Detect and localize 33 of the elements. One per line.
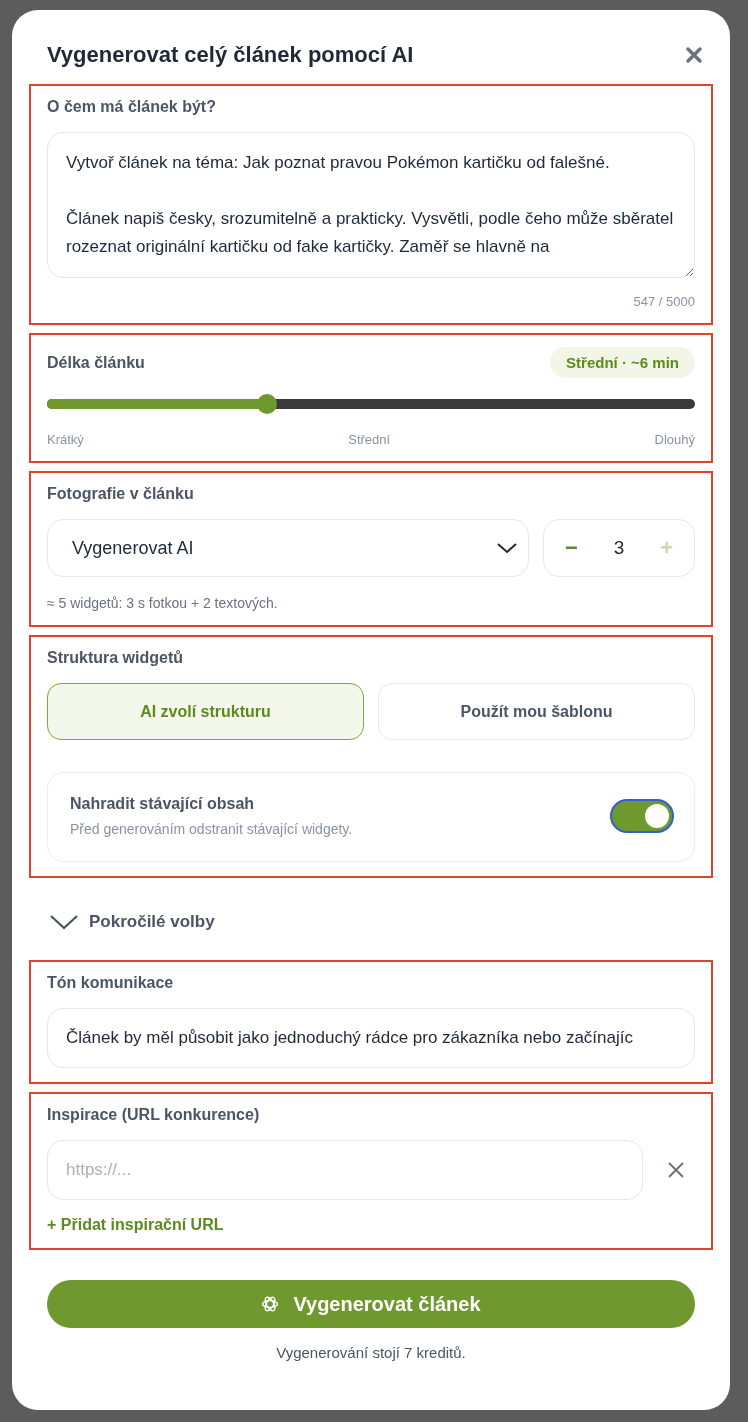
- structure-option[interactable]: Použít mou šablonu: [378, 683, 695, 740]
- slider-tick-label: Krátký: [47, 432, 84, 447]
- field-label: Inspirace (URL konkurence): [47, 1106, 261, 1124]
- prompt-field[interactable]: Vytvoř článek na téma: Jak poznat pravou Pokémon kartičku od falešné. Článek napiš česky, srozumitelně a prakticky. Vysvětli, podle čeho může sběratel rozeznat originální kartičku od fake kartičky. Zaměř se hlavně na: [47, 132, 695, 278]
- photo-source-dropdown[interactable]: Vygenerovat AI: [47, 519, 529, 577]
- cost-note: Vygenerování stojí 7 kreditů.: [275, 1344, 467, 1361]
- close-icon[interactable]: [685, 46, 703, 64]
- character-counter: 547 / 5000: [632, 294, 695, 309]
- replace-description: Před generováním odstranit stávající widgety.: [70, 821, 353, 837]
- slider-tick-label: Dlouhý: [654, 432, 695, 447]
- length-slider[interactable]: [47, 394, 695, 414]
- photo-hint: ≈ 5 widgetů: 3 s fotkou + 2 textových.: [47, 595, 279, 611]
- tone-field[interactable]: Článek by měl působit jako jednoduchý rádce pro zákazníka nebo začínajíc: [47, 1008, 695, 1068]
- slider-thumb[interactable]: [257, 394, 278, 414]
- close-icon[interactable]: [667, 1161, 685, 1179]
- replace-title: Nahradit stávající obsah: [70, 795, 256, 813]
- field-label: Délka článku: [47, 353, 145, 372]
- field-label: Fotografie v článku: [47, 485, 195, 503]
- advanced-options-toggle[interactable]: Pokročilé volby: [29, 886, 235, 960]
- length-badge: Střední · ~6 min: [550, 347, 695, 378]
- decrement-button[interactable]: −: [558, 535, 584, 561]
- replace-toggle[interactable]: [610, 799, 674, 833]
- url-field[interactable]: https://...: [47, 1140, 643, 1200]
- field-label: Tón komunikace: [47, 974, 175, 992]
- field-label: Struktura widgetů: [47, 649, 184, 667]
- dialog-title: Vygenerovat celý článek pomocí AI: [47, 42, 414, 68]
- chevron-down-icon: [496, 542, 518, 554]
- photo-count: 3: [613, 537, 625, 559]
- slider-tick-label: Střední: [348, 432, 391, 447]
- structure-option[interactable]: AI zvolí strukturu: [47, 683, 364, 740]
- chevron-down-icon: [49, 913, 79, 931]
- add-url-link[interactable]: + Přidat inspirační URL: [47, 1216, 224, 1234]
- field-label: O čem má článek být?: [47, 98, 217, 116]
